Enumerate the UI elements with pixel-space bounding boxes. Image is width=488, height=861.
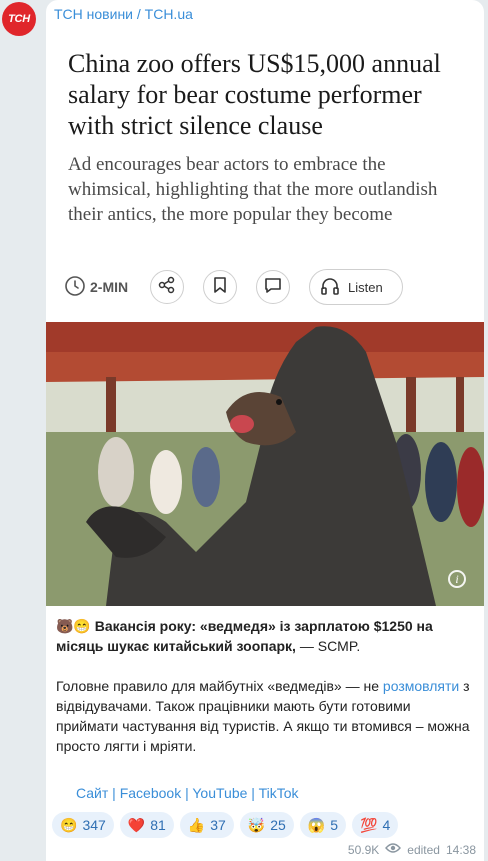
- reaction-hundred[interactable]: 💯 4: [352, 812, 399, 838]
- post-text: 🐻😁 Вакансія року: «ведмедя» із зарплатою…: [56, 616, 476, 776]
- share-icon: [158, 276, 176, 299]
- article-headline: China zoo offers US$15,000 annual salary…: [68, 49, 441, 140]
- reaction-grin[interactable]: 😁 347: [52, 812, 114, 838]
- post-source: — SCMP.: [295, 638, 361, 654]
- reaction-count: 5: [330, 817, 339, 833]
- mind-blown-emoji-icon: 🤯: [247, 816, 266, 833]
- link-facebook[interactable]: Facebook: [120, 785, 181, 801]
- article-subhead: Ad encourages bear actors to embrace the…: [68, 154, 438, 225]
- share-button[interactable]: [150, 270, 184, 304]
- info-icon[interactable]: i: [448, 570, 466, 588]
- reaction-count: 347: [82, 817, 106, 833]
- hundred-emoji-icon: 💯: [360, 816, 378, 833]
- link-tiktok[interactable]: TikTok: [259, 785, 299, 801]
- post-paragraph-2-start: Головне правило для майбутніх «ведмедів»…: [56, 678, 383, 694]
- reaction-count: 25: [270, 817, 286, 833]
- article-actions: 2-MIN Listen: [64, 269, 484, 305]
- photo-illustration: [46, 322, 484, 606]
- reaction-thumbs-up[interactable]: 👍 37: [179, 812, 234, 838]
- read-time: 2-MIN: [64, 275, 150, 300]
- post-paragraph-2: Головне правило для майбутніх «ведмедів»…: [56, 676, 476, 756]
- post-headline: Вакансія року: «ведмедя» із зарплатою $1…: [56, 618, 433, 654]
- heart-emoji-icon: ❤️: [127, 816, 146, 833]
- footer-links: Сайт | Facebook | YouTube | TikTok: [76, 785, 299, 801]
- reaction-scream[interactable]: 😱 5: [299, 812, 347, 838]
- message-time: 14:38: [445, 842, 476, 857]
- article-preview-card[interactable]: China zoo offers US$15,000 annual salary…: [46, 28, 484, 322]
- bear-costume-photo[interactable]: i: [46, 322, 484, 606]
- message-bubble: ТСН новини / TCH.ua China zoo offers US$…: [46, 0, 484, 861]
- channel-avatar[interactable]: ТСН: [2, 2, 36, 36]
- clock-icon: [64, 275, 86, 300]
- link-separator: |: [108, 785, 120, 801]
- link-separator: |: [181, 785, 193, 801]
- link-separator: |: [247, 785, 259, 801]
- reaction-count: 4: [382, 817, 391, 833]
- thumbs-up-emoji-icon: 👍: [187, 816, 206, 833]
- headphones-icon: [320, 277, 340, 298]
- bear-grin-emoji: 🐻😁: [56, 618, 91, 634]
- reaction-count: 37: [210, 817, 226, 833]
- inline-link-rozmovlyaty[interactable]: розмовляти: [383, 678, 459, 694]
- reactions-bar: 😁 347 ❤️ 81 👍 37 🤯 25 😱 5 💯 4: [52, 812, 399, 838]
- reaction-count: 81: [150, 817, 166, 833]
- channel-name[interactable]: ТСН новини / TCH.ua: [54, 6, 193, 22]
- comment-button[interactable]: [256, 270, 290, 304]
- listen-label: Listen: [348, 279, 383, 295]
- reaction-mind-blown[interactable]: 🤯 25: [239, 812, 294, 838]
- reaction-heart[interactable]: ❤️ 81: [119, 812, 174, 838]
- eye-icon: [385, 842, 402, 857]
- link-site[interactable]: Сайт: [76, 785, 108, 801]
- bookmark-button[interactable]: [203, 270, 237, 304]
- bookmark-icon: [212, 276, 228, 299]
- listen-button[interactable]: Listen: [309, 269, 403, 305]
- comment-icon: [264, 276, 282, 299]
- read-time-label: 2-MIN: [90, 279, 129, 295]
- views-count: 50.9K: [347, 842, 380, 857]
- message-meta: 50.9K edited 14:38: [348, 842, 476, 857]
- post-paragraph-1: 🐻😁 Вакансія року: «ведмедя» із зарплатою…: [56, 616, 476, 656]
- link-youtube[interactable]: YouTube: [192, 785, 247, 801]
- grin-emoji-icon: 😁: [60, 816, 78, 833]
- edited-label: edited: [407, 842, 440, 857]
- scream-emoji-icon: 😱: [307, 816, 326, 833]
